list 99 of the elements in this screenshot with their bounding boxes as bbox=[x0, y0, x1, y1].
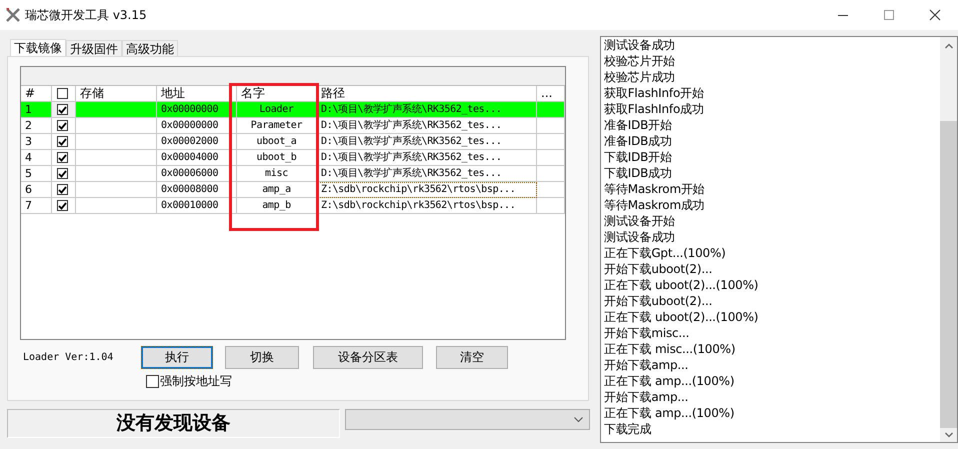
action-button[interactable]: 切换 bbox=[225, 346, 299, 368]
table-cell: 0x00008000 bbox=[157, 182, 237, 198]
table-cell bbox=[537, 134, 565, 150]
row-checkbox[interactable] bbox=[57, 120, 68, 131]
log-entry: 获取FlashInfo开始 bbox=[604, 85, 705, 101]
log-entry: 下载完成 bbox=[604, 421, 652, 437]
log-entry: 开始下载uboot(2)... bbox=[604, 293, 714, 309]
scroll-up-icon[interactable] bbox=[944, 43, 952, 49]
row-number: 6 bbox=[21, 182, 52, 198]
scroll-down-icon[interactable] bbox=[944, 432, 952, 438]
row-checkbox[interactable] bbox=[57, 184, 68, 195]
table-row[interactable]: 2 0x00000000 Parameter D:\项目\教学扩声系统\RK3562_tes... bbox=[21, 118, 565, 134]
row-number: 3 bbox=[21, 134, 52, 150]
table-cell: 0x00002000 bbox=[157, 134, 237, 150]
table-cell bbox=[537, 198, 565, 214]
table-cell: Loader bbox=[237, 102, 317, 118]
table-cell bbox=[537, 166, 565, 182]
tab[interactable]: 高级功能 bbox=[122, 40, 178, 57]
table-cell: Z:\sdb\rockchip\rk3562\rtos\bsp... bbox=[317, 198, 537, 214]
column-header[interactable]: 存储 bbox=[76, 86, 157, 102]
column-header[interactable]: ... bbox=[537, 86, 565, 102]
table-cell: uboot_a bbox=[237, 134, 317, 150]
log-entry: 获取FlashInfo成功 bbox=[604, 101, 705, 117]
select-all-checkbox[interactable] bbox=[57, 88, 68, 99]
row-number: 5 bbox=[21, 166, 52, 182]
log-entry: 等待Maskrom成功 bbox=[604, 197, 706, 213]
table-cell: Z:\sdb\rockchip\rk3562\rtos\bsp... bbox=[317, 182, 537, 198]
column-header[interactable]: 路径 bbox=[317, 86, 537, 102]
scroll-thumb[interactable] bbox=[940, 121, 957, 428]
table-row[interactable]: 1 0x00000000 Loader D:\项目\教学扩声系统\RK3562_tes... bbox=[21, 102, 565, 118]
log-entry: 测试设备成功 bbox=[604, 229, 676, 245]
table-row[interactable]: 6 0x00008000 amp_a Z:\sdb\rockchip\rk3562\rtos\bsp... bbox=[21, 182, 565, 198]
table-cell: misc bbox=[237, 166, 317, 182]
row-number: 1 bbox=[21, 102, 52, 118]
action-button[interactable]: 清空 bbox=[436, 346, 508, 368]
log-entry: 校验芯片开始 bbox=[604, 53, 676, 69]
table-cell: 0x00000000 bbox=[157, 102, 237, 118]
chevron-down-icon bbox=[574, 416, 583, 422]
log-entry: 正在下载Gpt...(100%) bbox=[604, 245, 727, 261]
table-cell bbox=[537, 118, 565, 134]
log-entry: 正在下载 misc...(100%) bbox=[604, 341, 736, 357]
table-cell: D:\项目\教学扩声系统\RK3562_tes... bbox=[317, 102, 537, 118]
table-cell: uboot_b bbox=[237, 150, 317, 166]
log-entry: 测试设备开始 bbox=[604, 213, 676, 229]
row-checkbox[interactable] bbox=[57, 152, 68, 163]
log-entry: 测试设备成功 bbox=[604, 37, 676, 53]
force-address-checkbox[interactable]: 强制按地址写 bbox=[146, 373, 232, 390]
row-number: 2 bbox=[21, 118, 52, 134]
row-checkbox[interactable] bbox=[57, 168, 68, 179]
row-checkbox[interactable] bbox=[57, 104, 68, 115]
maximize-icon[interactable] bbox=[883, 9, 895, 21]
row-number: 7 bbox=[21, 198, 52, 214]
table-cell bbox=[537, 150, 565, 166]
log-entry: 下载IDB成功 bbox=[604, 165, 673, 181]
row-number: 4 bbox=[21, 150, 52, 166]
row-checkbox[interactable] bbox=[57, 200, 68, 211]
table-cell: 0x00006000 bbox=[157, 166, 237, 182]
row-checkbox[interactable] bbox=[57, 136, 68, 147]
table-cell: amp_a bbox=[237, 182, 317, 198]
log-entry: 正在下载 uboot(2)...(100%) bbox=[604, 309, 760, 325]
table-cell: D:\项目\教学扩声系统\RK3562_tes... bbox=[317, 118, 537, 134]
log-entry: 开始下载uboot(2)... bbox=[604, 261, 714, 277]
log-entry: 开始下载amp... bbox=[604, 389, 690, 405]
table-cell bbox=[537, 182, 565, 198]
action-button[interactable]: 设备分区表 bbox=[313, 346, 423, 368]
table-cell: amp_b bbox=[237, 198, 317, 214]
scrollbar[interactable] bbox=[940, 37, 957, 442]
table-cell: D:\项目\教学扩声系统\RK3562_tes... bbox=[317, 134, 537, 150]
table-cell: 0x00004000 bbox=[157, 150, 237, 166]
column-header[interactable]: 地址 bbox=[157, 86, 237, 102]
loader-version: Loader Ver:1.04 bbox=[23, 352, 114, 362]
table-cell: D:\项目\教学扩声系统\RK3562_tes... bbox=[317, 150, 537, 166]
table-row[interactable]: 7 0x00010000 amp_b Z:\sdb\rockchip\rk3562\rtos\bsp... bbox=[21, 198, 565, 214]
table-row[interactable]: 5 0x00006000 misc D:\项目\教学扩声系统\RK3562_tes... bbox=[21, 166, 565, 182]
column-header[interactable]: # bbox=[21, 86, 52, 102]
table-row[interactable]: 3 0x00002000 uboot_a D:\项目\教学扩声系统\RK3562_tes... bbox=[21, 134, 565, 150]
table-cell bbox=[537, 102, 565, 118]
table-cell: 0x00010000 bbox=[157, 198, 237, 214]
log-entry: 正在下载 amp...(100%) bbox=[604, 373, 736, 389]
log-entry: 准备IDB成功 bbox=[604, 133, 673, 149]
log-entry: 准备IDB开始 bbox=[604, 117, 673, 133]
log-entry: 正在下载 amp...(100%) bbox=[604, 405, 736, 421]
column-header[interactable]: 名字 bbox=[237, 86, 317, 102]
log-entry: 下载IDB开始 bbox=[604, 149, 673, 165]
log-entry: 等待Maskrom开始 bbox=[604, 181, 706, 197]
log-entry: 开始下载misc... bbox=[604, 325, 690, 341]
close-icon[interactable] bbox=[929, 9, 941, 21]
tools-icon bbox=[5, 7, 21, 23]
action-button[interactable]: 执行 bbox=[141, 346, 213, 368]
table-cell: D:\项目\教学扩声系统\RK3562_tes... bbox=[317, 166, 537, 182]
log-entry: 校验芯片成功 bbox=[604, 69, 676, 85]
table-row[interactable]: 4 0x00004000 uboot_b D:\项目\教学扩声系统\RK3562_tes... bbox=[21, 150, 565, 166]
log-entry: 开始下载amp... bbox=[604, 357, 690, 373]
log-entry: 正在下载 uboot(2)...(100%) bbox=[604, 277, 760, 293]
table-cell: 0x00000000 bbox=[157, 118, 237, 134]
table-cell: Parameter bbox=[237, 118, 317, 134]
status-message: 没有发现设备 bbox=[7, 409, 340, 438]
tab[interactable]: 升级固件 bbox=[66, 40, 122, 57]
window-title: 瑞芯微开发工具 v3.15 bbox=[25, 6, 147, 24]
